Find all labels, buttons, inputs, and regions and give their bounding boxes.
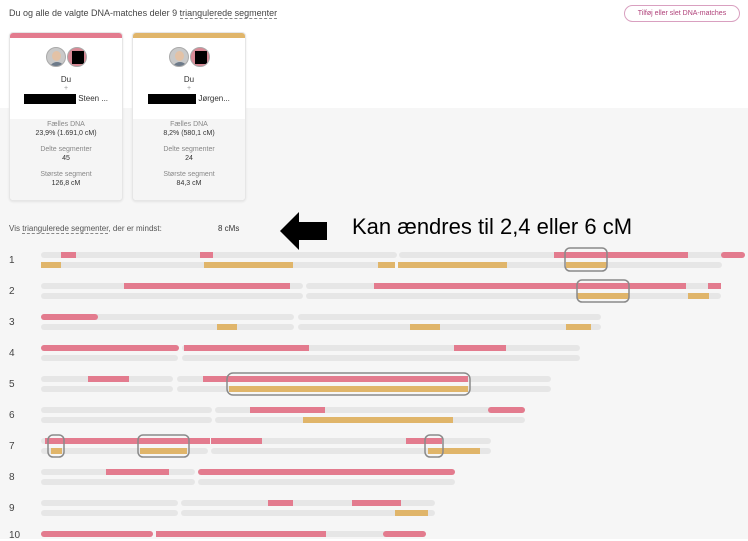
chromosome-1[interactable]: [41, 247, 745, 272]
chromosome-2[interactable]: [41, 279, 721, 303]
segment: [41, 262, 61, 268]
segment: [554, 252, 688, 258]
chromosome-5[interactable]: [41, 372, 551, 396]
segment: [566, 262, 607, 268]
chromosome-4[interactable]: [41, 345, 580, 361]
segment: [200, 252, 213, 258]
segment: [721, 252, 745, 258]
chromosome-track: [41, 252, 397, 258]
segment: [378, 262, 395, 268]
chromosome-browser: [41, 247, 745, 537]
chromosome-8[interactable]: [41, 469, 455, 485]
segment: [204, 262, 293, 268]
segment: [61, 252, 76, 258]
chromosome-6[interactable]: [41, 407, 525, 423]
segment: [398, 262, 507, 268]
chromosome-3[interactable]: [41, 314, 601, 330]
chromosome-7[interactable]: [41, 434, 491, 458]
chromosome-9[interactable]: [41, 500, 435, 516]
chromosome-10[interactable]: [41, 531, 426, 537]
